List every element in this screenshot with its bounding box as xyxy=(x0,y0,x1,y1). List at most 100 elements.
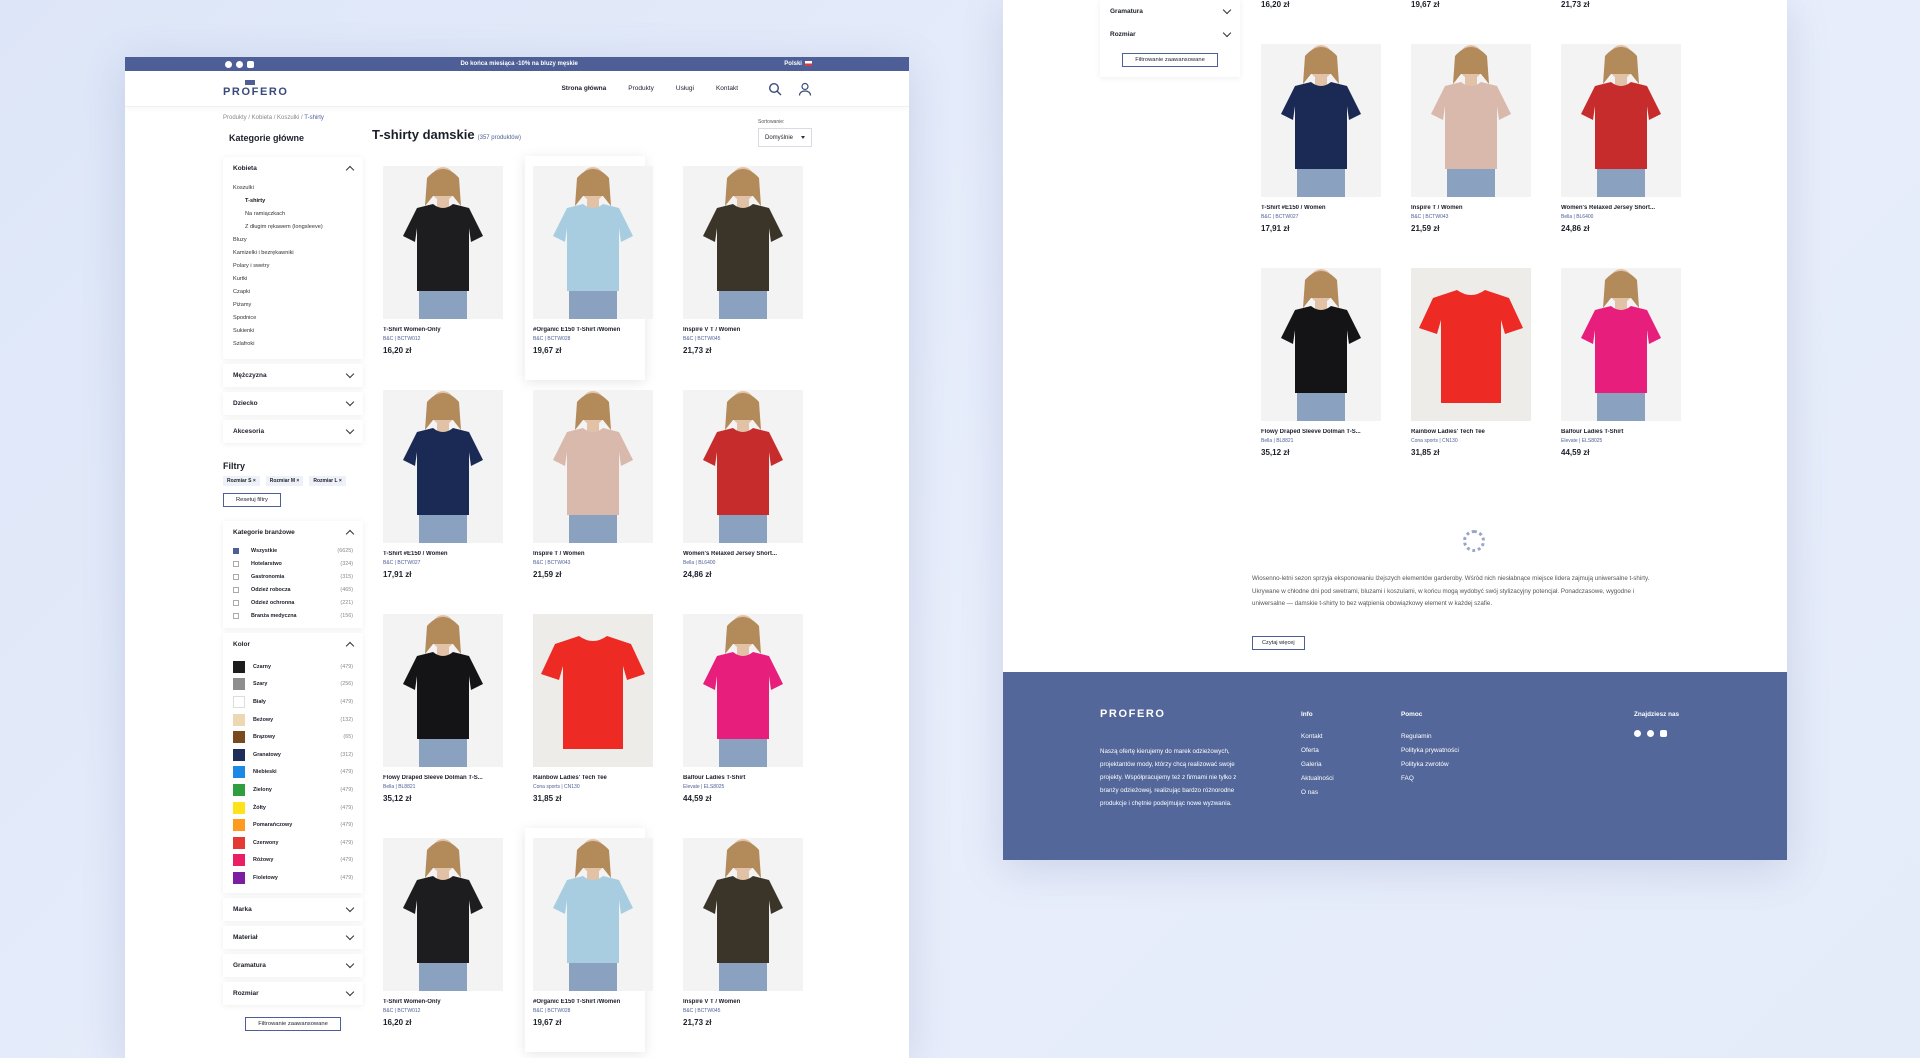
category-accordion[interactable]: Akcesoria xyxy=(223,420,363,443)
footer-link[interactable]: Oferta xyxy=(1301,744,1334,758)
advanced-filter-button[interactable]: Filtrowanie zaawansowane xyxy=(1122,53,1218,67)
youtube-icon[interactable] xyxy=(247,60,254,68)
color-swatch[interactable] xyxy=(233,660,245,673)
category-item[interactable]: Na ramiączkach xyxy=(233,208,353,221)
industry-option[interactable]: Branża medyczna (156) xyxy=(223,609,363,622)
product-photo[interactable] xyxy=(533,838,653,991)
product-photo[interactable] xyxy=(383,390,503,543)
filter-accordion[interactable]: Marka xyxy=(223,898,363,921)
color-swatch[interactable] xyxy=(233,731,245,744)
instagram-icon[interactable] xyxy=(236,60,243,68)
category-item[interactable]: Piżamy xyxy=(233,299,353,312)
product-card[interactable]: Flowy Draped Sleeve Dolman T-S... Bella |… xyxy=(1253,258,1381,482)
color-swatch[interactable] xyxy=(233,819,245,832)
color-swatch[interactable] xyxy=(233,748,245,761)
product-photo[interactable] xyxy=(1411,44,1531,197)
breadcrumb[interactable]: Produkty / Kobieta / Koszulki / T-shirty xyxy=(223,115,324,121)
color-swatch[interactable] xyxy=(233,766,245,779)
category-accordion[interactable]: Mężczyzna xyxy=(223,364,363,387)
color-option[interactable]: Biały (479) xyxy=(223,693,363,711)
industry-option[interactable]: Odzież ochronna (221) xyxy=(223,596,363,609)
gramatura-filter[interactable]: Gramatura xyxy=(1100,0,1240,23)
product-card[interactable]: #Organic E150 T-Shirt /WomenB&C | BCTW02… xyxy=(1403,0,1523,34)
color-option[interactable]: Beżowy (132) xyxy=(223,711,363,729)
category-item[interactable]: Szlafroki xyxy=(233,338,353,351)
product-photo[interactable] xyxy=(383,166,503,319)
product-photo[interactable] xyxy=(1561,44,1681,197)
product-photo[interactable] xyxy=(683,614,803,767)
product-card[interactable]: #Organic E150 T-Shirt /WomenB&C | BCTW02… xyxy=(525,828,653,1052)
language-select[interactable]: Polski xyxy=(784,60,812,67)
category-item[interactable]: Kurtki xyxy=(233,273,353,286)
color-swatch[interactable] xyxy=(233,678,245,691)
advanced-filter-button[interactable]: Filtrowanie zaawansowane xyxy=(245,1016,341,1031)
category-item[interactable]: Spodnice xyxy=(233,312,353,325)
footer-link[interactable]: Galeria xyxy=(1301,758,1334,772)
product-photo[interactable] xyxy=(533,390,653,543)
close-icon[interactable]: × xyxy=(295,478,299,484)
product-name[interactable]: Inspire T / Women xyxy=(533,551,637,557)
product-card[interactable]: Inspire V T / WomenB&C | BCTW04521,73 zł xyxy=(1553,0,1673,34)
rozmiar-filter[interactable]: Rozmiar xyxy=(1100,23,1240,46)
color-swatch[interactable] xyxy=(233,871,245,884)
filter-accordion[interactable]: Gramatura xyxy=(223,954,363,977)
read-more-button[interactable]: Czytaj więcej xyxy=(1252,636,1305,650)
product-card[interactable]: Rainbow Ladies' Tech Tee Cona sports | CN… xyxy=(1403,258,1531,482)
product-card[interactable]: T-Shirt Women-OnlyB&C | BCTW01216,20 zł xyxy=(375,828,503,1052)
product-photo[interactable] xyxy=(683,166,803,319)
product-card[interactable]: Rainbow Ladies' Tech Tee Cona sports | CN… xyxy=(525,604,653,828)
product-name[interactable]: Women's Relaxed Jersey Short... xyxy=(1561,205,1665,211)
footer-link[interactable]: Aktualności xyxy=(1301,772,1334,786)
color-swatch[interactable] xyxy=(233,854,245,867)
color-swatch[interactable] xyxy=(233,713,245,726)
product-name[interactable]: Inspire V T / Women xyxy=(683,999,787,1005)
product-card[interactable]: T-Shirt #E150 / Women B&C | BCTW027 17,91 … xyxy=(375,380,503,604)
product-name[interactable]: Inspire T / Women xyxy=(1411,205,1515,211)
search-icon[interactable] xyxy=(768,82,782,96)
close-icon[interactable]: × xyxy=(251,478,256,484)
product-card[interactable]: Flowy Draped Sleeve Dolman T-S... Bella |… xyxy=(375,604,503,828)
checkbox[interactable] xyxy=(233,573,239,580)
filter-accordion[interactable]: Rozmiar xyxy=(223,982,363,1005)
product-name[interactable]: Balfour Ladies T-Shirt xyxy=(1561,429,1665,435)
sort-select[interactable]: Domyślnie xyxy=(758,128,812,147)
facebook-icon[interactable] xyxy=(225,60,232,68)
product-card[interactable]: T-Shirt Women-OnlyB&C | BCTW01216,20 zł xyxy=(1253,0,1373,34)
category-item[interactable]: Koszulki xyxy=(233,182,353,195)
product-card[interactable]: Women's Relaxed Jersey Short... Bella | B… xyxy=(675,380,803,604)
footer-link[interactable]: Polityka prywatności xyxy=(1401,744,1459,758)
color-option[interactable]: Czerwony (479) xyxy=(223,834,363,852)
logo[interactable]: PROFERO xyxy=(223,79,289,98)
product-name[interactable]: Flowy Draped Sleeve Dolman T-S... xyxy=(383,775,487,781)
footer-link[interactable]: Regulamin xyxy=(1401,730,1459,744)
product-photo[interactable] xyxy=(383,614,503,767)
nav-item-3[interactable]: Kontakt xyxy=(716,85,738,92)
product-name[interactable]: T-Shirt #E150 / Women xyxy=(1261,205,1365,211)
product-photo[interactable] xyxy=(683,390,803,543)
industry-option[interactable]: Hotelarstwo (324) xyxy=(223,557,363,570)
product-name[interactable]: Flowy Draped Sleeve Dolman T-S... xyxy=(1261,429,1365,435)
category-item[interactable]: Polary i swetry xyxy=(233,260,353,273)
product-card[interactable]: Balfour Ladies T-Shirt Elevate | ELS8025 4… xyxy=(675,604,803,828)
product-card[interactable]: T-Shirt Women-OnlyB&C | BCTW01216,20 zł xyxy=(375,156,503,380)
color-option[interactable]: Różowy (479) xyxy=(223,852,363,870)
product-card[interactable]: Inspire V T / WomenB&C | BCTW04521,73 zł xyxy=(675,156,803,380)
category-item[interactable]: Czapki xyxy=(233,286,353,299)
category-item[interactable]: Kamizelki i bezrękawniki xyxy=(233,247,353,260)
product-card[interactable]: Inspire T / Women B&C | BCTW043 21,59 zł xyxy=(525,380,653,604)
product-name[interactable]: T-Shirt #E150 / Women xyxy=(383,551,487,557)
product-card[interactable]: T-Shirt #E150 / Women B&C | BCTW027 17,91 … xyxy=(1253,34,1381,258)
product-name[interactable]: T-Shirt Women-Only xyxy=(383,999,487,1005)
color-swatch[interactable] xyxy=(233,836,245,849)
category-item[interactable]: Bluzy xyxy=(233,234,353,247)
checkbox[interactable] xyxy=(233,560,239,567)
filter-accordion[interactable]: Materiał xyxy=(223,926,363,949)
product-card[interactable]: Women's Relaxed Jersey Short... Bella | B… xyxy=(1553,34,1681,258)
checkbox[interactable] xyxy=(233,586,239,593)
product-photo[interactable] xyxy=(533,166,653,319)
product-photo[interactable] xyxy=(1411,268,1531,421)
product-name[interactable]: Balfour Ladies T-Shirt xyxy=(683,775,787,781)
footer-link[interactable]: Kontakt xyxy=(1301,730,1334,744)
industry-option[interactable]: Odzież robocza (465) xyxy=(223,583,363,596)
color-option[interactable]: Żółty (479) xyxy=(223,799,363,817)
